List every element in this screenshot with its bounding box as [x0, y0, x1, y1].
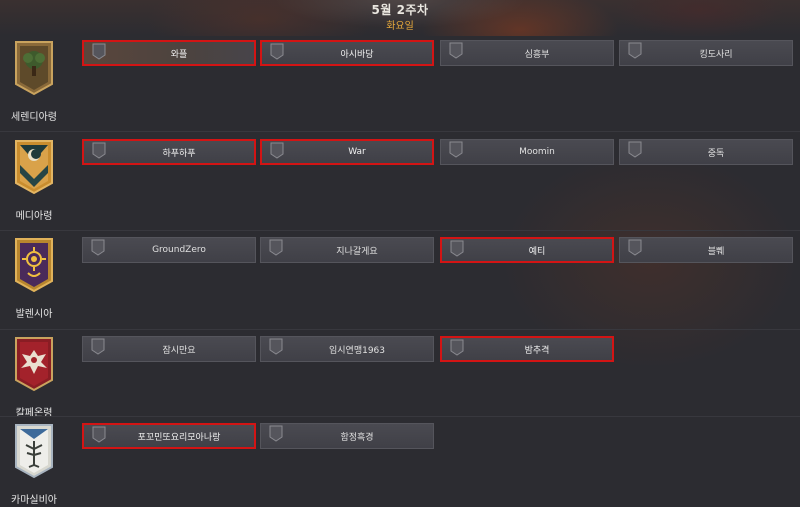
section-divider [0, 416, 800, 417]
guild-name: 심흥부 [524, 49, 550, 60]
guild-name: 예티 [528, 246, 546, 257]
guild-slot[interactable]: 임시연맹1963 [260, 336, 434, 362]
guild-name: War [348, 147, 366, 157]
territory-name: 카마실비아 [11, 495, 57, 506]
bookmark-icon [450, 240, 464, 257]
guild-name: 아시바당 [340, 49, 374, 60]
guild-slot[interactable]: 지나갈게요 [260, 237, 434, 263]
guild-name: GroundZero [152, 245, 206, 255]
week-title: 5월 2주차 [371, 3, 429, 17]
guild-slot[interactable]: 아시바당 [260, 40, 434, 66]
guild-slot[interactable]: GroundZero [82, 237, 256, 263]
guild-name: 포꼬민또요리모아나랑 [137, 432, 221, 443]
bookmark-icon [628, 239, 642, 256]
guild-name: Moomin [519, 147, 555, 157]
guild-name: 잠시만요 [162, 345, 196, 356]
guild-name: 하푸하푸 [162, 148, 196, 159]
section-divider [0, 131, 800, 132]
guild-name: 블쀄 [707, 246, 725, 257]
guild-name: 지나갈게요 [336, 246, 378, 257]
guild-slot[interactable]: 예티 [440, 237, 614, 263]
guild-slot[interactable]: 잠시만요 [82, 336, 256, 362]
bookmark-icon [449, 42, 463, 59]
bookmark-icon [269, 239, 283, 256]
bookmark-icon [269, 425, 283, 442]
guild-name: 밤추격 [524, 345, 550, 356]
bookmark-icon [270, 43, 284, 60]
section-divider [0, 230, 800, 231]
tree-crest-icon [14, 40, 54, 96]
guild-slot[interactable]: 블쀄 [619, 237, 793, 263]
bookmark-icon [92, 142, 106, 159]
guild-name: 함정흑경 [340, 432, 374, 443]
bookmark-icon [270, 142, 284, 159]
bookmark-icon [449, 141, 463, 158]
guild-name: 킹도사리 [699, 49, 733, 60]
guild-slot[interactable]: 와플 [82, 40, 256, 66]
bookmark-icon [91, 239, 105, 256]
territory-name: 발렌시아 [15, 309, 53, 320]
bookmark-icon [450, 339, 464, 356]
guild-slot[interactable]: 심흥부 [440, 40, 614, 66]
bookmark-icon [92, 43, 106, 60]
guild-slot[interactable]: 밤추격 [440, 336, 614, 362]
sun-crest-icon [14, 237, 54, 293]
guild-name: 임시연맹1963 [328, 345, 386, 356]
guild-slot[interactable]: 하푸하푸 [82, 139, 256, 165]
guild-name: 중독 [707, 148, 725, 159]
guild-name: 와플 [170, 49, 188, 60]
header-banner: 5월 2주차 화요일 [0, 0, 800, 36]
territory-name: 메디아령 [15, 211, 53, 222]
section-divider [0, 329, 800, 330]
guild-slot[interactable]: 함정흑경 [260, 423, 434, 449]
guild-slot[interactable]: 포꼬민또요리모아나랑 [82, 423, 256, 449]
guild-slot[interactable]: War [260, 139, 434, 165]
crescent-crest-icon [14, 139, 54, 195]
guild-slot[interactable]: Moomin [440, 139, 614, 165]
bookmark-icon [92, 426, 106, 443]
guild-slot[interactable]: 킹도사리 [619, 40, 793, 66]
guild-slot[interactable]: 중독 [619, 139, 793, 165]
eagle-crest-icon [14, 336, 54, 392]
bookmark-icon [628, 42, 642, 59]
day-subtitle: 화요일 [386, 21, 414, 32]
bookmark-icon [91, 338, 105, 355]
tree-of-life-crest-icon [14, 423, 54, 479]
territory-name: 세렌디아령 [11, 112, 57, 123]
bookmark-icon [628, 141, 642, 158]
bookmark-icon [269, 338, 283, 355]
